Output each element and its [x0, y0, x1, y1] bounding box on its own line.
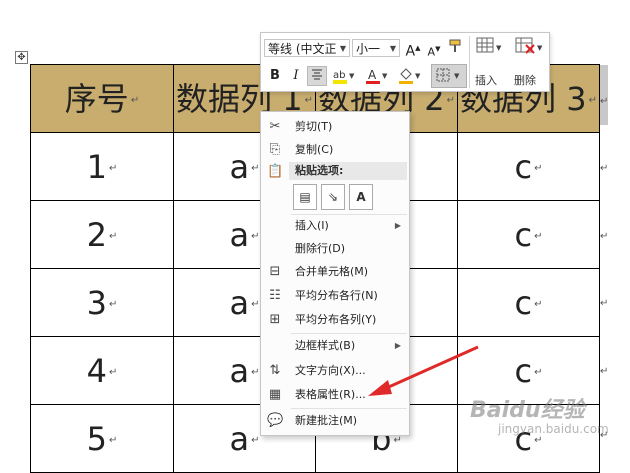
annotation-arrow — [368, 345, 479, 396]
watermark-url: jingyan.baidu.com — [498, 422, 609, 436]
document-canvas: ✥ 序号 ↵ 数据列 1 ↵ 数据列 2 ↵ 数据列 3 ↵ 1 ↵ a ↵ c ↵ 2 ↵ a… — [0, 0, 630, 473]
baidu-watermark: Baidu经验 jingyan.baidu.com — [470, 392, 620, 442]
watermark-logo: Baidu经验 — [470, 398, 585, 423]
